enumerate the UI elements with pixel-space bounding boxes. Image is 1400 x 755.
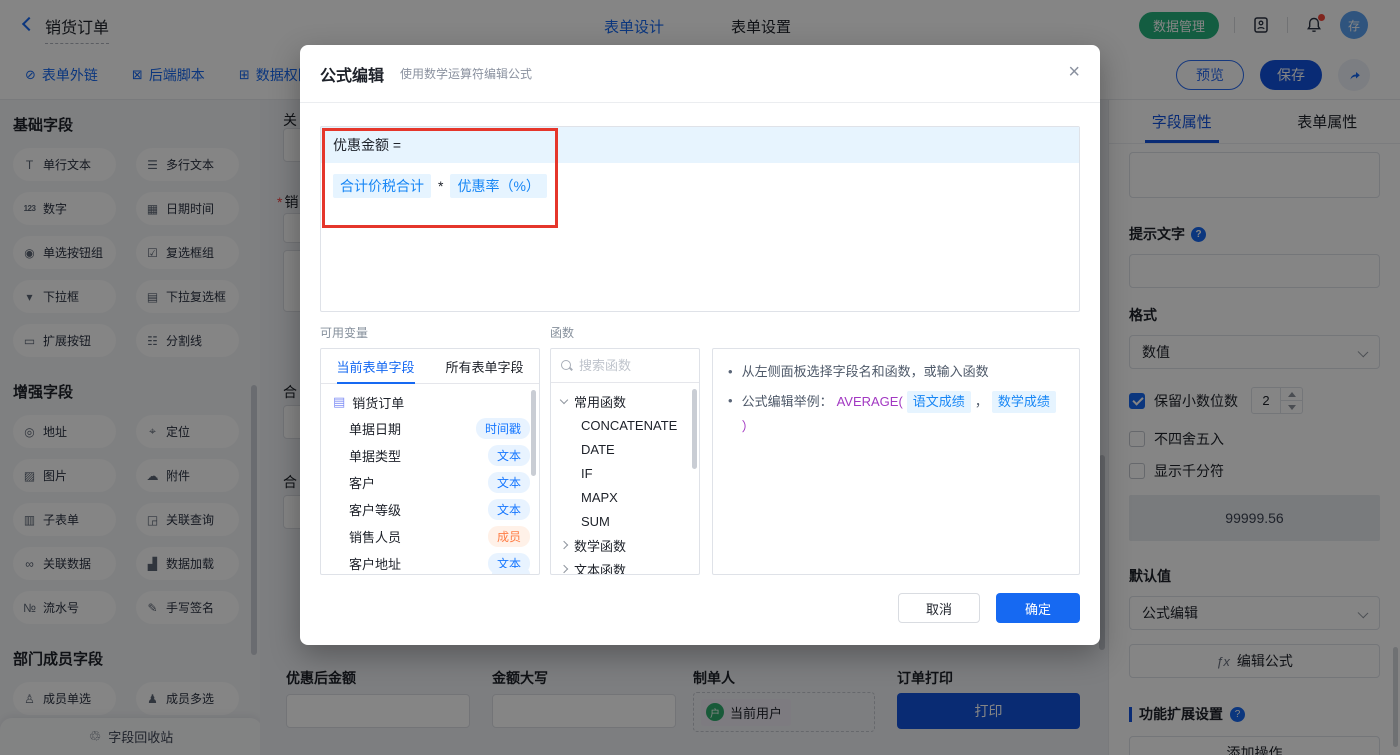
formula-target: 优惠金额 = [321, 127, 1079, 163]
variable-name: 客户地址 [349, 554, 401, 573]
modal-title: 公式编辑 [320, 62, 384, 86]
type-badge: 文本 [488, 445, 530, 466]
group-label: 文本函数 [574, 560, 626, 576]
functions-panel: 常用函数 CONCATENATE DATE IF MAPX SUM 数学函数 文… [550, 348, 700, 575]
variable-name: 单据日期 [349, 419, 401, 438]
bullet-icon: • [728, 391, 733, 411]
variables-panel: 当前表单字段 所有表单字段 ▤ 销货订单 单据日期时间戳 单据类型文本 客户文本… [320, 348, 540, 575]
chevron-down-icon [560, 395, 568, 403]
function-item[interactable]: DATE [551, 437, 699, 461]
function-item[interactable]: CONCATENATE [551, 413, 699, 437]
group-label: 数学函数 [574, 536, 626, 555]
formula-expression[interactable]: 合计价税合计 * 优惠率（%） [321, 163, 1079, 209]
group-label: 常用函数 [574, 392, 626, 411]
search-icon [561, 360, 572, 371]
tip-close-paren: ） [742, 417, 755, 437]
tab-current-form-fields[interactable]: 当前表单字段 [321, 349, 430, 383]
function-item[interactable]: MAPX [551, 485, 699, 509]
tree-root-label: 销货订单 [352, 393, 404, 412]
cancel-button[interactable]: 取消 [898, 593, 980, 623]
variable-name: 销售人员 [349, 527, 401, 546]
tab-all-form-fields[interactable]: 所有表单字段 [430, 349, 539, 383]
modal-subtitle: 使用数学运算符编辑公式 [400, 65, 532, 82]
formula-field-chip[interactable]: 优惠率（%） [450, 174, 546, 198]
function-search [551, 349, 699, 383]
formula-field-chip[interactable]: 合计价税合计 [333, 174, 431, 198]
formula-editor[interactable]: 优惠金额 = 合计价税合计 * 优惠率（%） [320, 126, 1080, 312]
chevron-right-icon [560, 565, 568, 573]
formula-operator: * [438, 178, 443, 194]
function-item[interactable]: SUM [551, 509, 699, 533]
variable-name: 单据类型 [349, 446, 401, 465]
chevron-right-icon [560, 541, 568, 549]
variable-row[interactable]: 销售人员 成员 [321, 523, 539, 550]
type-badge: 文本 [488, 499, 530, 520]
functions-tree: 常用函数 CONCATENATE DATE IF MAPX SUM 数学函数 文… [551, 383, 699, 575]
variables-scrollbar[interactable] [531, 390, 536, 476]
function-item[interactable]: IF [551, 461, 699, 485]
close-icon[interactable]: × [1068, 62, 1080, 82]
function-search-input[interactable] [579, 358, 679, 373]
tip-comma: ， [975, 392, 988, 412]
app-root: 销货订单 表单设计 表单设置 数据管理 存 ⊘表单外链 ⊠后端脚本 ⊞数据权限 … [0, 0, 1400, 755]
tip-example-prefix: 公式编辑举例： [742, 392, 833, 412]
variable-row[interactable]: 客户等级 文本 [321, 496, 539, 523]
functions-scrollbar[interactable] [692, 389, 697, 469]
type-badge: 文本 [488, 472, 530, 493]
form-doc-icon: ▤ [333, 394, 345, 410]
confirm-button[interactable]: 确定 [996, 593, 1080, 623]
variable-name: 客户 [349, 473, 375, 492]
type-badge: 成员 [488, 526, 530, 547]
variables-section-label: 可用变量 [320, 324, 368, 341]
modal-footer: 取消 确定 [898, 593, 1080, 623]
bullet-icon: • [728, 362, 733, 382]
variable-row[interactable]: 单据类型 文本 [321, 442, 539, 469]
tip-field-chip: 语文成绩 [907, 391, 971, 413]
cut-badge [492, 568, 530, 575]
variables-tree: ▤ 销货订单 单据日期时间戳 单据类型文本 客户文本 客户等级文本 销售人员成员… [321, 384, 539, 575]
tips-panel: • 从左侧面板选择字段名和函数，或输入函数 • 公式编辑举例： AVERAGE(… [712, 348, 1080, 575]
function-group-common[interactable]: 常用函数 [551, 389, 699, 413]
variables-tabs: 当前表单字段 所有表单字段 [321, 349, 539, 384]
tip-function-name: AVERAGE( [837, 392, 903, 412]
tip-row: • 公式编辑举例： AVERAGE( 语文成绩 ， 数学成绩 ） [728, 391, 1064, 437]
type-badge: 时间戳 [476, 418, 530, 439]
tip-text: 从左侧面板选择字段名和函数，或输入函数 [742, 362, 989, 382]
function-group-text[interactable]: 文本函数 [551, 557, 699, 575]
variable-row[interactable]: 单据日期 时间戳 [321, 415, 539, 442]
tip-example: 公式编辑举例： AVERAGE( 语文成绩 ， 数学成绩 ） [742, 391, 1064, 437]
tip-row: • 从左侧面板选择字段名和函数，或输入函数 [728, 362, 1064, 382]
functions-section-label: 函数 [550, 324, 574, 341]
tree-root-form[interactable]: ▤ 销货订单 [321, 389, 539, 415]
function-group-math[interactable]: 数学函数 [551, 533, 699, 557]
tip-field-chip: 数学成绩 [992, 391, 1056, 413]
variable-row[interactable]: 客户 文本 [321, 469, 539, 496]
variable-name: 客户等级 [349, 500, 401, 519]
modal-header: 公式编辑 使用数学运算符编辑公式 × [300, 45, 1100, 103]
formula-edit-modal: 公式编辑 使用数学运算符编辑公式 × 优惠金额 = 合计价税合计 * 优惠率（%… [300, 45, 1100, 645]
